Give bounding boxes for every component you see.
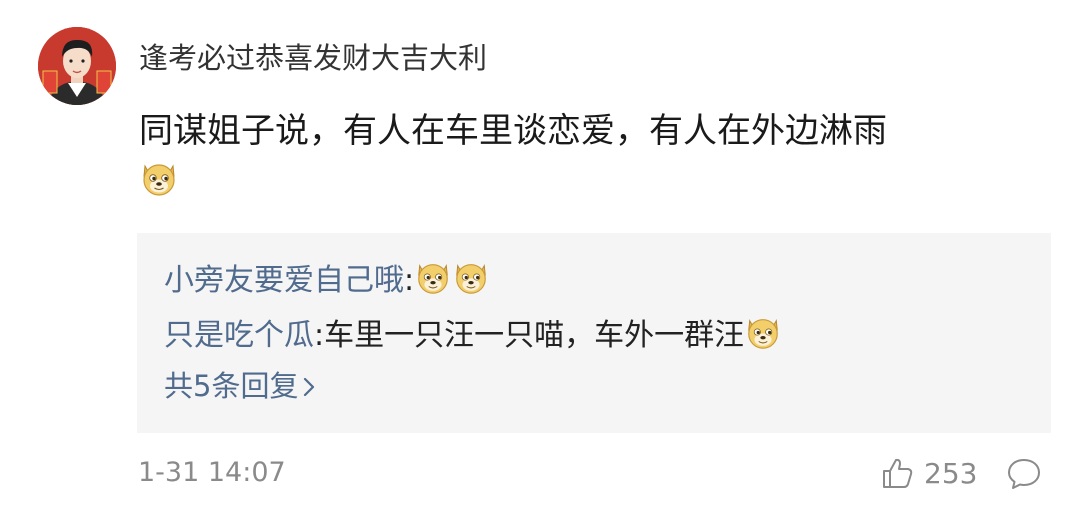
comment-bubble-icon[interactable]: [1006, 456, 1042, 492]
comment-username[interactable]: 逢考必过恭喜发财大吉大利: [139, 38, 487, 78]
avatar-icon: [38, 27, 116, 105]
like-button[interactable]: 253: [880, 453, 977, 493]
comment-text-block: 同谋姐子说，有人在车里谈恋爱，有人在外边淋雨: [139, 106, 1039, 206]
doge-emoji: [452, 258, 490, 296]
doge-emoji: [744, 313, 782, 351]
chevron-right-icon: [304, 377, 315, 397]
avatar[interactable]: [38, 27, 116, 105]
reply-separator: :: [404, 263, 415, 298]
reply-item[interactable]: 只是吃个瓜:车里一只汪一只喵，车外一群汪: [164, 313, 782, 356]
reply-username[interactable]: 小旁友要爱自己哦: [164, 263, 404, 298]
doge-emoji: [414, 258, 452, 296]
like-count: 253: [924, 456, 978, 490]
more-replies-link[interactable]: 共5条回复: [164, 366, 316, 406]
reply-item[interactable]: 小旁友要爱自己哦:: [164, 258, 490, 301]
more-replies-label: 共5条回复: [164, 369, 299, 403]
reply-username[interactable]: 只是吃个瓜: [164, 318, 314, 353]
reply-preview-box[interactable]: 小旁友要爱自己哦: 只是吃个瓜:车里一只汪一只喵，车外一群汪 共5条回复: [137, 233, 1051, 433]
reply-separator: :: [314, 318, 325, 353]
comment-timestamp: 1-31 14:07: [138, 457, 286, 488]
comment-text: 同谋姐子说，有人在车里谈恋爱，有人在外边淋雨: [139, 111, 887, 151]
reply-text: 车里一只汪一只喵，车外一群汪: [324, 318, 745, 353]
doge-emoji: [139, 158, 179, 198]
thumbs-up-icon: [883, 458, 913, 488]
